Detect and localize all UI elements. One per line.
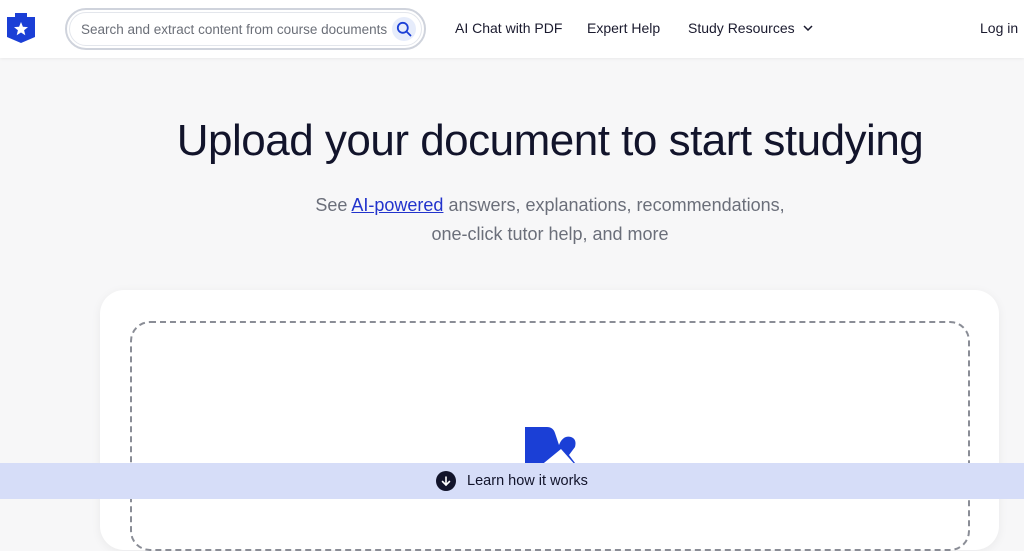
search-bar bbox=[65, 8, 426, 50]
search-button[interactable] bbox=[392, 17, 416, 41]
chevron-down-icon bbox=[803, 25, 813, 31]
arrow-down-icon bbox=[436, 471, 457, 491]
search-input[interactable] bbox=[81, 19, 387, 39]
nav-study-resources-label: Study Resources bbox=[688, 20, 795, 36]
ai-powered-link[interactable]: AI-powered bbox=[351, 195, 443, 215]
subtitle-line1-rest: answers, explanations, recommendations, bbox=[443, 195, 785, 215]
upload-card bbox=[100, 290, 999, 551]
nav-expert-help[interactable]: Expert Help bbox=[587, 20, 660, 36]
subtitle-prefix: See bbox=[315, 195, 352, 215]
hero-subtitle: See AI-powered answers, explanations, re… bbox=[0, 191, 1024, 249]
learn-how-it-works-bar[interactable]: Learn how it works bbox=[0, 463, 1024, 499]
subtitle-line2: one-click tutor help, and more bbox=[431, 224, 669, 244]
learn-how-it-works-label: Learn how it works bbox=[467, 473, 588, 489]
search-icon bbox=[396, 21, 412, 37]
nav-study-resources-dropdown[interactable]: Study Resources bbox=[688, 20, 813, 36]
document-upload-icon bbox=[525, 427, 577, 467]
login-link[interactable]: Log in bbox=[980, 20, 1018, 36]
brand-logo-icon[interactable] bbox=[7, 13, 35, 43]
top-navigation-bar: AI Chat with PDF Expert Help Study Resou… bbox=[0, 0, 1024, 58]
nav-ai-chat-with-pdf[interactable]: AI Chat with PDF bbox=[455, 20, 562, 36]
page-title: Upload your document to start studying bbox=[176, 116, 924, 165]
